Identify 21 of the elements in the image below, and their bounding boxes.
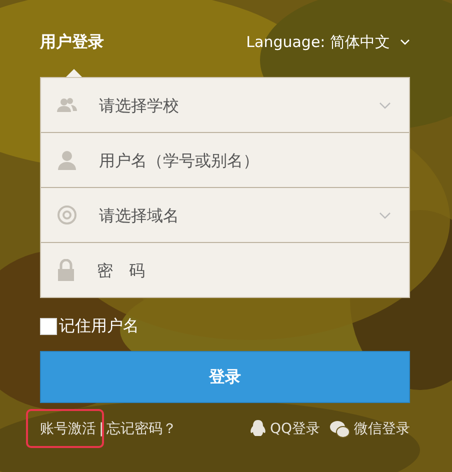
input-field[interactable]: 用户名（学号或别名） xyxy=(97,150,391,170)
chevron-down-icon xyxy=(379,102,391,108)
separator: | xyxy=(99,421,104,437)
person-icon xyxy=(57,150,77,170)
text-link[interactable]: 忘记密码？ xyxy=(106,420,177,438)
checkbox[interactable] xyxy=(40,318,57,335)
text-link[interactable]: 账号激活 xyxy=(40,420,96,438)
language-selector[interactable]: Language: 简体中文 xyxy=(246,32,410,52)
chevron-down-icon xyxy=(379,212,391,218)
social-login-link[interactable]: QQ登录 xyxy=(250,420,320,438)
login-title: 用户登录 xyxy=(40,32,104,52)
checkbox-label: 记住用户名 xyxy=(59,316,139,337)
chat-bubbles-icon xyxy=(330,420,350,438)
lock-icon xyxy=(57,259,75,281)
people-icon xyxy=(57,97,77,113)
social-login-link[interactable]: 微信登录 xyxy=(330,420,410,438)
select-field[interactable]: 请选择学校 xyxy=(97,94,359,116)
chevron-down-icon xyxy=(400,39,410,45)
input-field[interactable]: 密 码 xyxy=(95,260,391,280)
penguin-icon xyxy=(250,420,266,438)
select-field[interactable]: 请选择域名 xyxy=(97,204,359,226)
